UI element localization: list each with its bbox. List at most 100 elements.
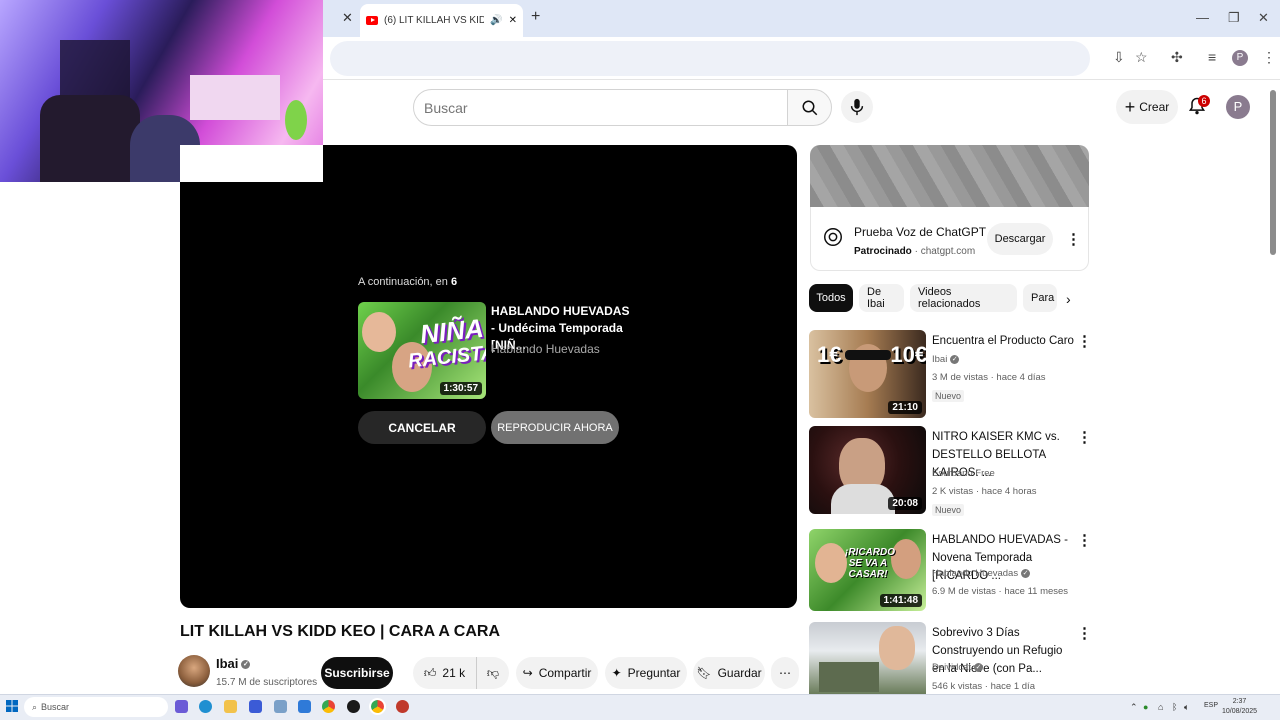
rec-channel-row: Deividcat ✓: [932, 662, 984, 673]
ad-title[interactable]: Prueba Voz de ChatGPT: [854, 225, 986, 239]
rec-menu-icon[interactable]: ⋮: [1077, 624, 1092, 642]
upnext-thumbnail[interactable]: NIÑA RACISTA 1:30:57: [358, 302, 486, 399]
rec-new-badge: Nuevo: [932, 504, 965, 516]
file-explorer-icon[interactable]: [224, 700, 237, 713]
channel-avatar[interactable]: [178, 655, 210, 687]
tray-network-icon[interactable]: ⌂: [1158, 702, 1163, 712]
rec-channel[interactable]: Hablando Huevadas: [932, 568, 1018, 579]
recommendation-item[interactable]: Sobrevivo 3 Días Construyendo un Refugio…: [809, 622, 1099, 694]
more-actions-button[interactable]: ⋯: [771, 657, 799, 689]
recommendation-item[interactable]: 1€ 10€ 21:10 Encuentra el Producto Caro …: [809, 330, 1099, 420]
obs-icon[interactable]: [396, 700, 409, 713]
ad-download-button[interactable]: Descargar: [987, 223, 1053, 255]
rec-channel[interactable]: Ibai: [932, 354, 947, 365]
create-label: Crear: [1139, 100, 1170, 114]
rec-thumbnail[interactable]: [809, 622, 926, 694]
recommendation-item[interactable]: ¡RICARDO SE VA A CASAR! 1:41:48 HABLANDO…: [809, 529, 1099, 619]
browser-profile-avatar[interactable]: P: [1232, 50, 1248, 66]
plus-icon: +: [1124, 97, 1136, 117]
install-icon[interactable]: ⇩: [1113, 49, 1125, 66]
tray-volume-icon[interactable]: 🔈︎: [1184, 702, 1189, 713]
chip-de-ibai[interactable]: De Ibai: [859, 284, 904, 312]
maximize-icon[interactable]: ❐: [1228, 10, 1240, 26]
speaker-icon[interactable]: 🔊: [490, 15, 502, 26]
chip-para[interactable]: Para: [1023, 284, 1057, 312]
rec-meta: 3 M de vistas · hace 4 días: [932, 372, 1046, 383]
voice-search-button[interactable]: [841, 91, 873, 123]
tray-bluetooth-icon[interactable]: ᛒ: [1172, 702, 1177, 712]
chip-videos-relacionados[interactable]: Videos relacionados: [910, 284, 1017, 312]
subscribe-button[interactable]: Suscribirse: [321, 657, 393, 689]
store-icon[interactable]: [249, 700, 262, 713]
rec-channel[interactable]: Esurbano Free: [932, 468, 995, 479]
search-placeholder: Buscar: [424, 99, 468, 116]
settings-icon[interactable]: [274, 700, 287, 713]
tab-title: (6) LIT KILLAH VS KIDD KEO | CARA A CARA: [384, 15, 485, 26]
chrome-icon[interactable]: [322, 700, 335, 713]
vscode-icon[interactable]: [298, 700, 311, 713]
channel-name[interactable]: Ibai: [216, 656, 238, 671]
ad-subtitle: Patrocinado · chatgpt.com: [854, 246, 976, 257]
ad-domain: chatgpt.com: [920, 246, 976, 257]
taskbar-search[interactable]: ⌕ Buscar: [24, 697, 168, 717]
recommendation-item[interactable]: 20:08 NITRO KAISER KMC vs. DESTELLO BELL…: [809, 426, 1099, 516]
channel-name-row[interactable]: Ibai ✓: [216, 656, 251, 671]
thumbs-up-icon: 👍︎: [423, 665, 437, 680]
player-webcam-gap: [180, 145, 323, 182]
new-tab-button[interactable]: +: [531, 8, 540, 26]
address-bar[interactable]: [330, 41, 1090, 76]
rec-menu-icon[interactable]: ⋮: [1077, 531, 1092, 549]
close-tab-icon[interactable]: ✕: [342, 10, 353, 26]
tray-arrow-icon[interactable]: ⌃: [1130, 702, 1138, 713]
edge-icon[interactable]: [199, 700, 212, 713]
page-scrollbar[interactable]: [1270, 90, 1276, 255]
taskbar-clock[interactable]: 2:37 10/08/2025: [1222, 697, 1257, 717]
ask-button[interactable]: ✦ Preguntar: [605, 657, 687, 689]
upnext-duration: 1:30:57: [439, 382, 482, 395]
tray-language[interactable]: ESP: [1204, 702, 1218, 709]
upnext-channel: Hablando Huevadas: [491, 342, 600, 356]
rec-thumbnail[interactable]: ¡RICARDO SE VA A CASAR! 1:41:48: [809, 529, 926, 611]
browser-menu-icon[interactable]: ⋮: [1262, 49, 1276, 66]
play-now-button[interactable]: REPRODUCIR AHORA: [491, 411, 619, 444]
rec-channel-row: Hablando Huevadas ✓: [932, 568, 1031, 579]
spotify-icon[interactable]: [347, 700, 360, 713]
microphone-icon: [850, 98, 864, 116]
copilot-icon[interactable]: [175, 700, 188, 713]
tray-app-icon[interactable]: ●: [1143, 702, 1148, 712]
dislike-button[interactable]: 👎︎: [476, 657, 509, 689]
create-button[interactable]: + Crear: [1116, 90, 1178, 124]
rec-menu-icon[interactable]: ⋮: [1077, 428, 1092, 446]
chevron-right-icon[interactable]: ›: [1066, 291, 1071, 307]
bookmark-star-icon[interactable]: ☆: [1135, 49, 1148, 66]
save-button[interactable]: 🔖︎ Guardar: [693, 657, 765, 689]
rec-meta: 546 k vistas · hace 1 día: [932, 681, 1035, 692]
media-controls-icon[interactable]: ≡: [1208, 49, 1216, 65]
windows-start-icon[interactable]: [6, 700, 18, 712]
chrome-active-icon[interactable]: [369, 698, 386, 715]
rec-new-badge: Nuevo: [932, 390, 965, 402]
rec-title[interactable]: Encuentra el Producto Caro: [932, 332, 1077, 350]
window-close-icon[interactable]: ✕: [1258, 10, 1269, 26]
ad-menu-icon[interactable]: ⋮: [1066, 230, 1081, 248]
like-button[interactable]: 👍︎ 21 k: [413, 657, 476, 689]
tab-close-icon[interactable]: ✕: [509, 15, 517, 26]
extensions-icon[interactable]: ✣: [1171, 49, 1183, 66]
minimize-icon[interactable]: —: [1196, 10, 1209, 25]
chip-todos[interactable]: Todos: [809, 284, 853, 312]
account-avatar[interactable]: P: [1226, 95, 1250, 119]
ad-banner-image[interactable]: [810, 145, 1089, 207]
rec-thumbnail[interactable]: 1€ 10€ 21:10: [809, 330, 926, 418]
rec-channel[interactable]: Deividcat: [932, 662, 971, 673]
openai-logo-icon: [824, 228, 842, 246]
rec-menu-icon[interactable]: ⋮: [1077, 332, 1092, 350]
share-button[interactable]: ↪ Compartir: [516, 657, 598, 689]
search-button[interactable]: [787, 89, 832, 126]
browser-tab-active[interactable]: (6) LIT KILLAH VS KIDD KEO | CARA A CARA…: [360, 4, 523, 37]
rec-thumbnail[interactable]: 20:08: [809, 426, 926, 514]
notification-badge: 6: [1198, 95, 1210, 107]
search-input[interactable]: Buscar: [413, 89, 788, 126]
video-player[interactable]: [180, 145, 797, 608]
cancel-autoplay-button[interactable]: CANCELAR: [358, 411, 486, 444]
rec-thumb-text: ¡RICARDO SE VA A CASAR!: [845, 547, 895, 580]
